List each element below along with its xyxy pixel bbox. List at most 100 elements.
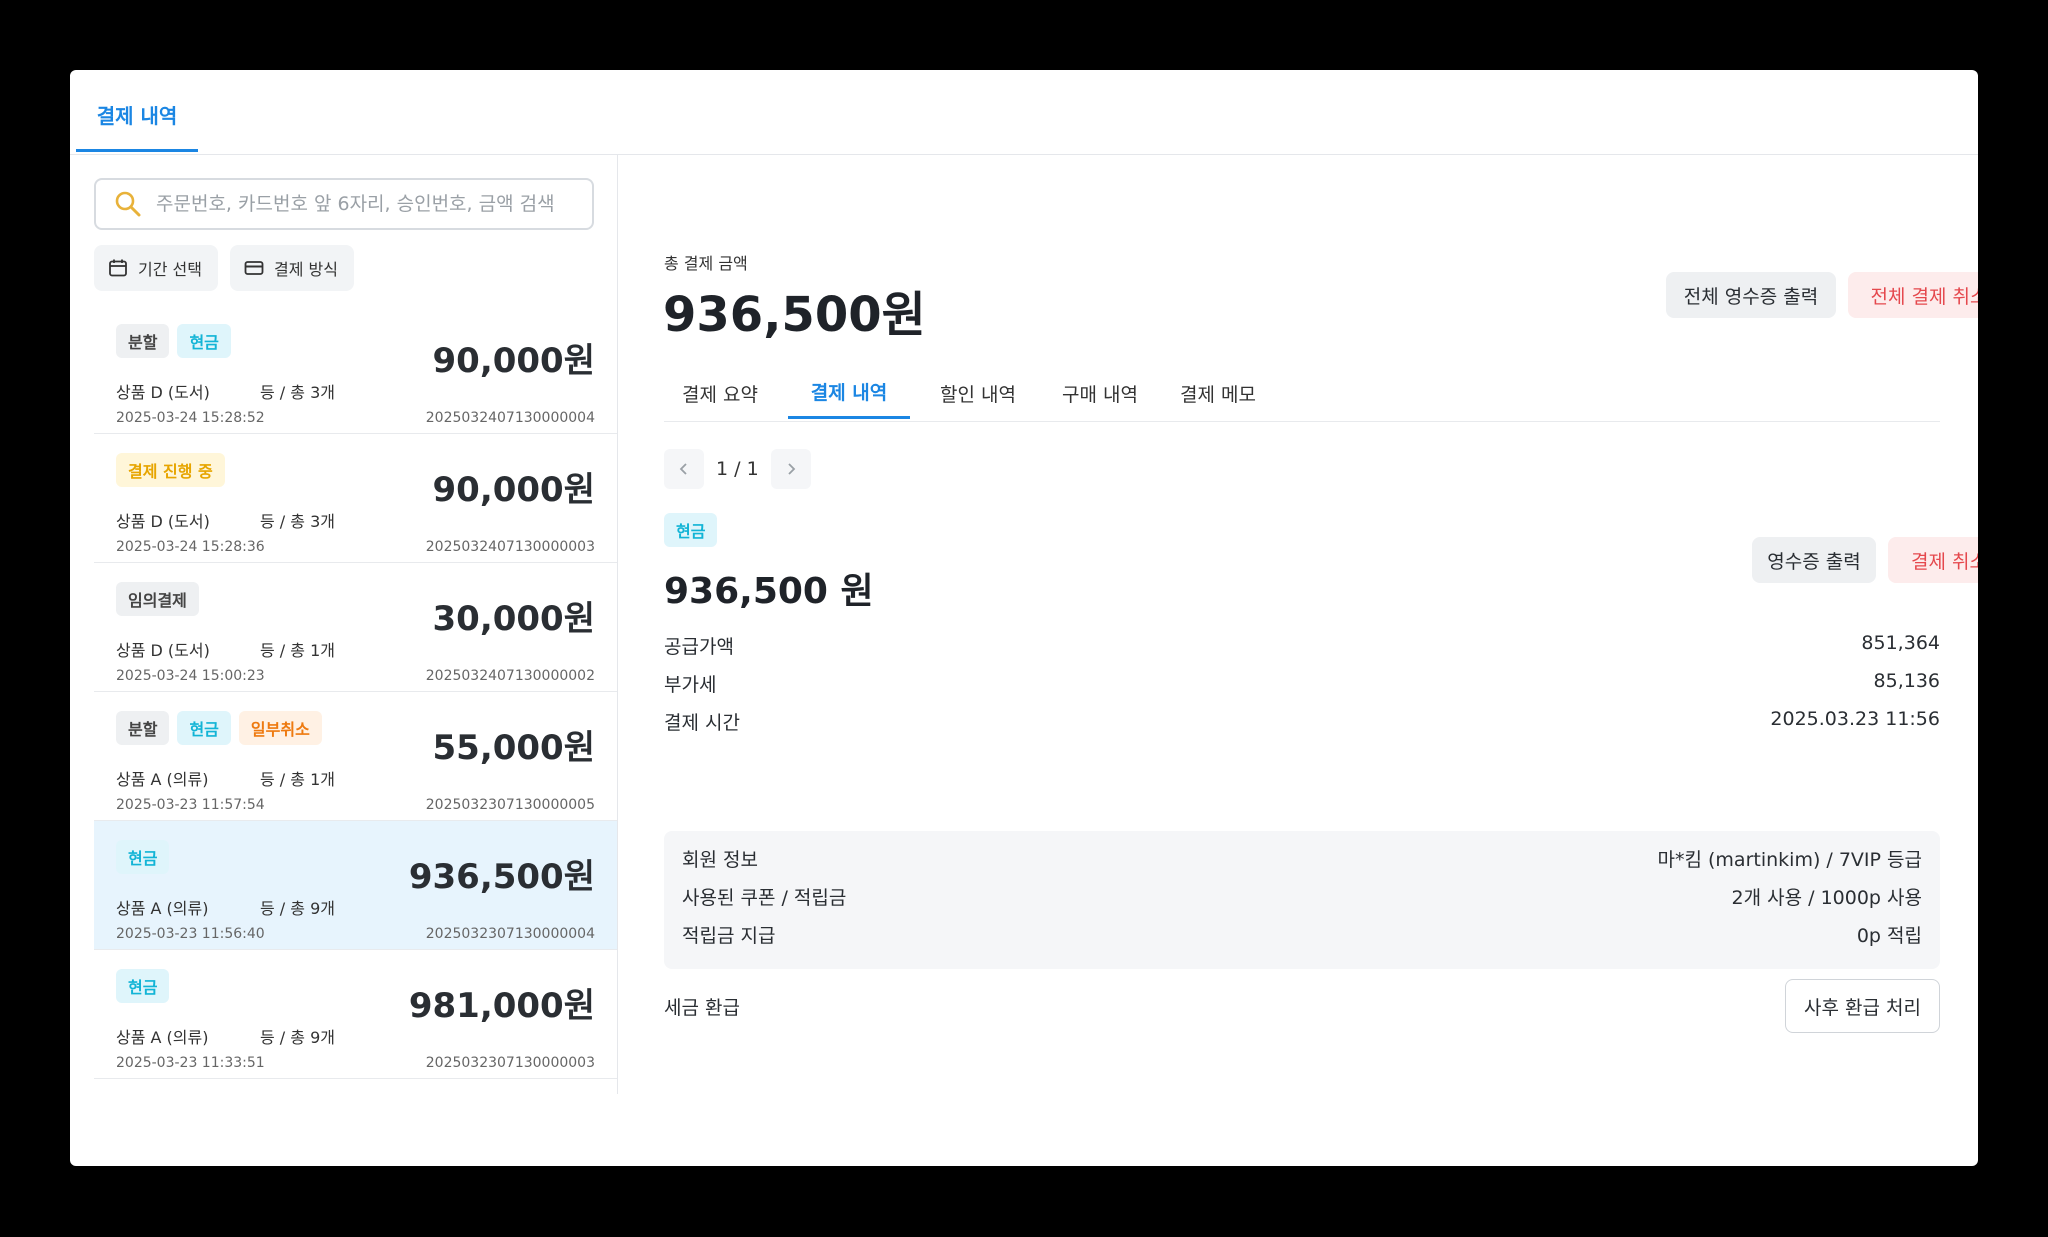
payment-time-value: 2025.03.23 11:56: [1770, 708, 1940, 730]
payment-badge: 분할: [116, 711, 170, 745]
product-count: 등 / 총 1개: [260, 770, 335, 789]
product-name: 상품 D (도서): [116, 383, 210, 402]
device-frame: 결제 내역 기간 선택: [0, 0, 2048, 1237]
points-earned-row: 적립금 지급 0p 적립: [682, 921, 1922, 948]
tax-refund-button[interactable]: 사후 환급 처리: [1785, 979, 1940, 1033]
payment-badge: 일부취소: [238, 711, 322, 745]
badge-group: 결제 진행 중: [116, 453, 225, 487]
badge-group: 임의결제: [116, 582, 199, 616]
order-id: 2025032307130000004: [425, 926, 595, 942]
payment-list-item[interactable]: 분할 현금 90,000원상품 D (도서) 등 / 총 3개 2025-03-24 1…: [94, 305, 617, 434]
supply-price-value: 851,364: [1861, 632, 1940, 654]
payment-date: 2025-03-23 11:33:51: [116, 1055, 265, 1071]
app-window: 결제 내역 기간 선택: [70, 70, 1978, 1166]
payment-date: 2025-03-24 15:28:36: [116, 539, 265, 555]
print-receipt-button[interactable]: 영수증 출력: [1752, 537, 1876, 583]
period-select-label: 기간 선택: [138, 260, 202, 279]
product-count: 등 / 총 3개: [260, 383, 335, 402]
product-count: 등 / 총 9개: [260, 899, 335, 918]
payment-badge: 현금: [177, 324, 231, 358]
payment-date: 2025-03-23 11:56:40: [116, 926, 265, 942]
top-tab-bar: 결제 내역: [70, 70, 1978, 155]
tab-summary[interactable]: 결제 요약: [664, 367, 776, 419]
period-select-button[interactable]: 기간 선택: [94, 245, 218, 291]
product-count: 등 / 총 1개: [260, 641, 335, 660]
vat-row: 부가세 85,136: [664, 670, 1940, 697]
payment-badge: 분할: [116, 324, 170, 358]
supply-price-row: 공급가액 851,364: [664, 632, 1940, 659]
search-icon: [115, 191, 141, 217]
payment-amount: 90,000원: [432, 470, 595, 510]
product-name: 상품 A (의류): [116, 1028, 209, 1047]
vat-label: 부가세: [664, 674, 717, 696]
chevron-left-icon: [679, 463, 687, 475]
payment-time-row: 결제 시간 2025.03.23 11:56: [664, 708, 1940, 735]
payment-badge: 현금: [116, 969, 170, 1003]
product-name: 상품 A (의류): [116, 899, 209, 918]
payment-badge: 임의결제: [116, 582, 199, 616]
coupon-points-value: 2개 사용 / 1000p 사용: [1731, 887, 1922, 909]
product-name: 상품 A (의류): [116, 770, 209, 789]
order-id: 2025032407130000003: [425, 539, 595, 555]
payment-badge: 현금: [177, 711, 231, 745]
member-info-value: 마*킴 (martinkim) / 7VIP 등급: [1657, 849, 1922, 871]
detail-tabs: 결제 요약 결제 내역 할인 내역 구매 내역 결제 메모: [664, 367, 1940, 422]
order-id: 2025032407130000002: [425, 668, 595, 684]
payment-detail-panel: 총 결제 금액 936,500원 전체 영수증 출력 전체 결제 취소 결제 요…: [618, 155, 1978, 1166]
payment-list: 분할 현금 90,000원 상품 D (도서) 등 / 총 3개 2025-03-24 1…: [94, 305, 617, 1079]
payment-list-item[interactable]: 분할 현금 일부취소 55,000원 상품 A (의류) 등 / 총 1개 2025-03-…: [94, 692, 617, 821]
chevron-right-icon: [788, 463, 795, 475]
payment-amount: 981,000원: [408, 986, 595, 1026]
payment-amount: 936,500 원: [664, 571, 874, 612]
tab-history[interactable]: 결제 내역: [788, 367, 910, 419]
calendar-icon: [109, 259, 127, 277]
total-amount-value: 936,500원: [663, 287, 926, 343]
prev-page-button[interactable]: [664, 449, 704, 489]
supply-price-label: 공급가액: [664, 636, 734, 658]
credit-card-icon: [244, 261, 264, 275]
member-info-row: 회원 정보 마*킴 (martinkim) / 7VIP 등급: [682, 845, 1922, 872]
payment-badge: 현금: [116, 840, 170, 874]
product-count: 등 / 총 3개: [260, 512, 335, 531]
print-all-receipts-button[interactable]: 전체 영수증 출력: [1666, 272, 1836, 318]
payment-time-label: 결제 시간: [664, 712, 740, 734]
payment-method-button[interactable]: 결제 방식: [229, 245, 354, 291]
payment-amount: 30,000원: [432, 599, 595, 639]
tab-discount[interactable]: 할인 내역: [922, 367, 1034, 419]
next-page-button[interactable]: [770, 449, 811, 489]
payment-date: 2025-03-24 15:28:52: [116, 410, 265, 426]
product-count: 등 / 총 9개: [260, 1028, 335, 1047]
cancel-payment-button[interactable]: 결제 취소: [1888, 537, 1978, 583]
tab-purchase[interactable]: 구매 내역: [1044, 367, 1156, 419]
payment-amount: 90,000원: [432, 341, 595, 381]
member-info-label: 회원 정보: [682, 849, 758, 871]
search-input[interactable]: [154, 192, 578, 216]
payment-list-item[interactable]: 현금 981,000원상품 A (의류) 등 / 총 9개 2025-03-23 11…: [94, 950, 617, 1079]
order-id: 2025032307130000003: [425, 1055, 595, 1071]
payment-list-panel: 기간 선택 결제 방식 분할현금90,000원상품 D (도서)등 / 총 3개…: [70, 155, 618, 1094]
order-id: 2025032307130000005: [425, 797, 595, 813]
vat-value: 85,136: [1873, 670, 1940, 692]
badge-group: 현금: [116, 969, 170, 1003]
payment-amount: 55,000원: [432, 728, 595, 768]
cancel-all-payments-button[interactable]: 전체 결제 취소: [1848, 272, 1978, 318]
tab-memo[interactable]: 결제 메모: [1162, 367, 1274, 419]
payment-list-item[interactable]: 현금 936,500원 상품 A (의류) 등 / 총 9개 2025-03-23 11…: [94, 821, 617, 950]
badge-group: 현금: [116, 840, 170, 874]
product-name: 상품 D (도서): [116, 641, 210, 660]
payment-list-item[interactable]: 임의결제 30,000원상품 D (도서) 등 / 총 1개 2025-03-24 1…: [94, 563, 617, 692]
coupon-points-row: 사용된 쿠폰 / 적립금 2개 사용 / 1000p 사용: [682, 883, 1922, 910]
pager: 1 / 1: [664, 449, 811, 489]
search-box[interactable]: [94, 178, 594, 230]
coupon-points-label: 사용된 쿠폰 / 적립금: [682, 887, 847, 909]
payment-list-item[interactable]: 결제 진행 중 90,000원 상품 D (도서) 등 / 총 3개 2025-03-2…: [94, 434, 617, 563]
payment-method-label: 결제 방식: [273, 260, 338, 279]
tab-payment-history[interactable]: 결제 내역: [76, 70, 198, 152]
badge-group: 분할 현금: [116, 324, 231, 358]
badge-group: 분할 현금 일부취소: [116, 711, 322, 745]
payment-badge: 결제 진행 중: [116, 453, 225, 487]
member-info-box: 회원 정보 마*킴 (martinkim) / 7VIP 등급 사용된 쿠폰 /…: [664, 831, 1940, 969]
payment-date: 2025-03-24 15:00:23: [116, 668, 265, 684]
order-id: 2025032407130000004: [425, 410, 595, 426]
points-earned-value: 0p 적립: [1856, 925, 1922, 947]
